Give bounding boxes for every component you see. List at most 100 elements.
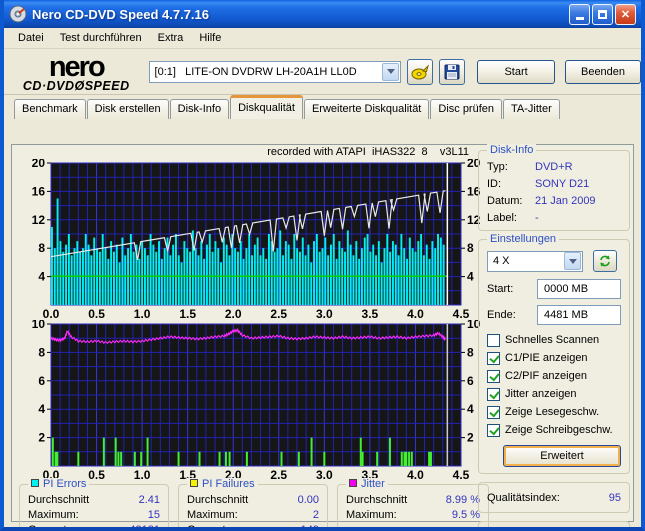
title-bar[interactable]: Nero CD-DVD Speed 4.7.7.16 ✕ bbox=[4, 0, 641, 28]
checkbox-icon bbox=[487, 333, 500, 347]
save-floppy-icon bbox=[444, 64, 460, 79]
erweitert-button[interactable]: Erweitert bbox=[503, 445, 621, 467]
nero-logo-text: nero bbox=[48, 50, 106, 83]
pie-avg-label: Durchschnitt bbox=[28, 494, 90, 506]
tab-erweiterte-diskqualitaet[interactable]: Erweiterte Diskqualität bbox=[303, 99, 430, 119]
start-button[interactable]: Start bbox=[477, 59, 556, 84]
disk-typ-label: Typ: bbox=[487, 161, 508, 173]
minimize-icon bbox=[575, 16, 584, 20]
scan-speed-value: 4 X bbox=[493, 255, 510, 267]
checkbox-zeige-lesegeschw[interactable]: Zeige Lesegeschw. bbox=[487, 403, 621, 421]
qualitaetsindex-box: Qualitätsindex: 95 bbox=[478, 482, 630, 513]
checkbox-c1-pie-anzeigen[interactable]: C1/PIE anzeigen bbox=[487, 349, 621, 367]
jitter-avg-label: Durchschnitt bbox=[346, 494, 408, 506]
pi-failures-legend-swatch bbox=[190, 479, 198, 487]
svg-text:8: 8 bbox=[467, 345, 474, 359]
save-button[interactable] bbox=[439, 58, 466, 85]
fortschritt-box: Fortschritt:100 % Position:4480 MB Gesch… bbox=[478, 521, 630, 527]
start-mb-input[interactable]: 0000 MB bbox=[537, 279, 621, 299]
ende-mb-input[interactable]: 4481 MB bbox=[537, 305, 621, 325]
svg-text:3.0: 3.0 bbox=[316, 468, 333, 481]
svg-text:1.0: 1.0 bbox=[134, 468, 151, 481]
checkbox-c2-pif-anzeigen[interactable]: C2/PIF anzeigen bbox=[487, 367, 621, 385]
checkbox-icon bbox=[487, 423, 500, 437]
pie-max-value: 15 bbox=[147, 509, 160, 521]
qualitaetsindex-value: 95 bbox=[608, 492, 621, 504]
charts-column: recorded with ATAPI iHAS322 8 v3L11 4 4 8 8… bbox=[15, 146, 489, 531]
tab-ta-jitter[interactable]: TA-Jitter bbox=[503, 99, 560, 119]
svg-text:4: 4 bbox=[467, 270, 474, 284]
pie-total-label: Gesamt: bbox=[28, 524, 70, 531]
disk-info-caption: Disk-Info bbox=[487, 144, 537, 156]
drive-select-value: [0:1] LITE-ON DVDRW LH-20A1H LL0D bbox=[154, 65, 357, 78]
scan-speed-dropdown-button[interactable] bbox=[564, 252, 581, 270]
svg-text:20: 20 bbox=[32, 159, 46, 170]
menu-hilfe[interactable]: Hilfe bbox=[191, 29, 229, 47]
svg-text:4.5: 4.5 bbox=[453, 307, 470, 320]
svg-text:12: 12 bbox=[32, 213, 46, 227]
eject-button[interactable] bbox=[407, 58, 434, 85]
scan-speed-select[interactable]: 4 X bbox=[487, 250, 583, 272]
jitter-legend-swatch bbox=[349, 479, 357, 487]
checkbox-label: Zeige Schreibgeschw. bbox=[505, 424, 613, 436]
checkbox-icon bbox=[487, 369, 500, 383]
svg-text:0.5: 0.5 bbox=[88, 307, 105, 320]
pif-avg-value: 0.00 bbox=[297, 494, 319, 506]
disk-typ-value: DVD+R bbox=[535, 161, 573, 173]
ende-mb-label: Ende: bbox=[487, 309, 516, 321]
checkbox-schnelles-scannen[interactable]: Schnelles Scannen bbox=[487, 331, 621, 349]
checkbox-jitter-anzeigen[interactable]: Jitter anzeigen bbox=[487, 385, 621, 403]
svg-text:8: 8 bbox=[38, 345, 45, 359]
eject-disc-icon bbox=[411, 63, 430, 79]
beenden-button[interactable]: Beenden bbox=[565, 59, 641, 84]
cddvdspeed-logo-text: CD·DVDØSPEED bbox=[22, 78, 130, 93]
checkbox-zeige-schreibgeschw[interactable]: Zeige Schreibgeschw. bbox=[487, 421, 621, 439]
disk-info-box: Disk-Info Typ: DVD+R ID: SONY D21 Datum: 21… bbox=[478, 144, 630, 231]
menu-extra[interactable]: Extra bbox=[150, 29, 192, 47]
svg-text:8: 8 bbox=[38, 241, 45, 255]
svg-text:1.5: 1.5 bbox=[179, 307, 196, 320]
tab-disc-pruefen[interactable]: Disc prüfen bbox=[430, 99, 503, 119]
close-button[interactable]: ✕ bbox=[615, 3, 636, 25]
svg-text:2.0: 2.0 bbox=[225, 307, 242, 320]
tab-benchmark[interactable]: Benchmark bbox=[14, 99, 86, 119]
checkbox-icon bbox=[487, 351, 500, 365]
menu-bar: Datei Test durchführen Extra Hilfe bbox=[4, 28, 641, 49]
tab-disk-info[interactable]: Disk-Info bbox=[169, 99, 230, 119]
menu-test-durchfuehren[interactable]: Test durchführen bbox=[52, 29, 150, 47]
refresh-icon bbox=[600, 255, 610, 267]
svg-text:4: 4 bbox=[38, 270, 45, 284]
checkbox-label: C2/PIF anzeigen bbox=[505, 370, 587, 382]
svg-text:2: 2 bbox=[467, 431, 474, 445]
diskqualitaet-page: recorded with ATAPI iHAS322 8 v3L11 4 4 8 8… bbox=[11, 144, 634, 527]
svg-text:3.5: 3.5 bbox=[362, 307, 379, 320]
disk-label-label: Label: bbox=[487, 212, 517, 224]
svg-text:4.5: 4.5 bbox=[453, 468, 470, 481]
menu-datei[interactable]: Datei bbox=[10, 29, 52, 47]
minimize-button[interactable] bbox=[569, 3, 590, 25]
maximize-icon bbox=[598, 9, 607, 19]
pi-errors-legend-swatch bbox=[31, 479, 39, 487]
refresh-speeds-button[interactable] bbox=[593, 250, 617, 272]
close-icon: ✕ bbox=[620, 8, 631, 21]
drive-select-dropdown-button[interactable] bbox=[382, 62, 399, 81]
svg-text:4.0: 4.0 bbox=[407, 307, 424, 320]
window-title: Nero CD-DVD Speed 4.7.7.16 bbox=[32, 6, 210, 22]
svg-text:2.5: 2.5 bbox=[270, 468, 287, 481]
app-window: Nero CD-DVD Speed 4.7.7.16 ✕ Datei Test … bbox=[0, 0, 645, 531]
jitter-max-value: 9.5 % bbox=[451, 509, 480, 521]
svg-text:3.0: 3.0 bbox=[316, 307, 333, 320]
svg-text:6: 6 bbox=[38, 374, 45, 388]
recorded-with-label: recorded with ATAPI iHAS322 8 v3L11 bbox=[267, 146, 469, 158]
svg-text:16: 16 bbox=[32, 184, 46, 198]
pif-max-value: 2 bbox=[312, 509, 319, 521]
svg-text:2.5: 2.5 bbox=[270, 307, 287, 320]
chevron-down-icon bbox=[568, 258, 577, 264]
maximize-button[interactable] bbox=[592, 3, 613, 25]
drive-select[interactable]: [0:1] LITE-ON DVDRW LH-20A1H LL0D bbox=[148, 60, 401, 83]
tab-diskqualitaet[interactable]: Diskqualität bbox=[230, 95, 303, 119]
checkbox-icon bbox=[487, 405, 500, 419]
einstellungen-box: Einstellungen 4 X Start: 0000 MB Ende: 4… bbox=[478, 233, 630, 474]
tab-disk-erstellen[interactable]: Disk erstellen bbox=[86, 99, 169, 119]
jitter-caption: Jitter bbox=[361, 478, 385, 490]
